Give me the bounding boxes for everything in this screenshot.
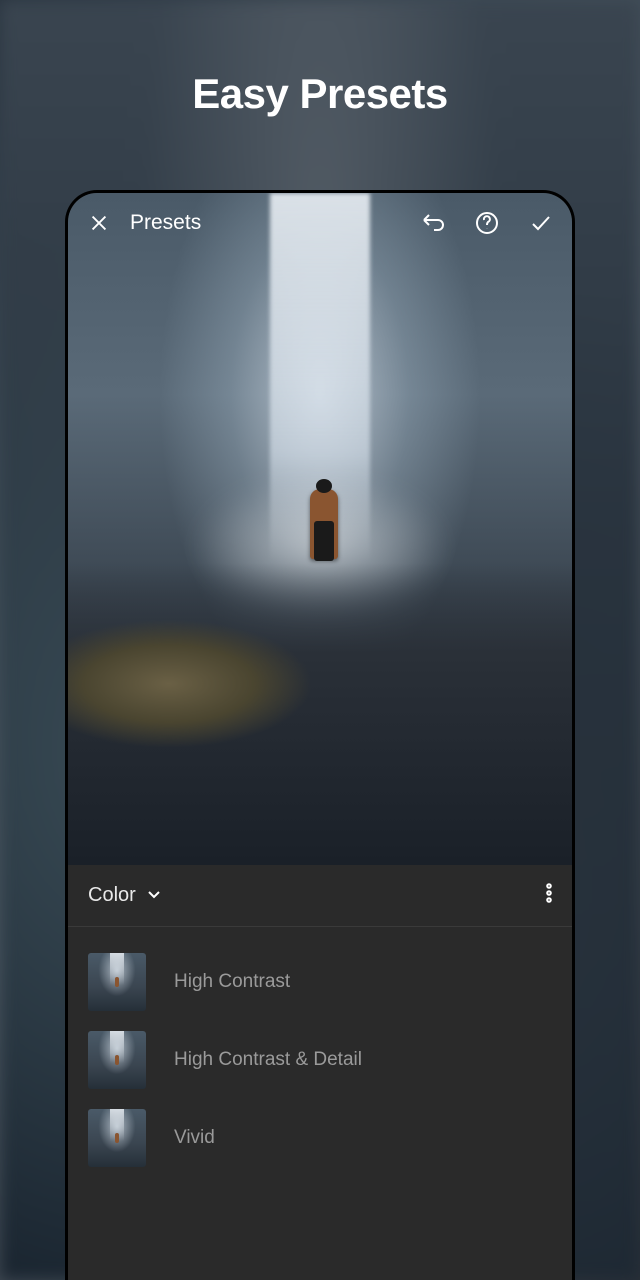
- phone-mockup: Presets Color: [65, 190, 575, 1280]
- preset-thumbnail: [88, 1109, 146, 1167]
- screen-title: Presets: [130, 211, 420, 235]
- preset-label: High Contrast & Detail: [174, 1049, 362, 1071]
- preset-label: Vivid: [174, 1127, 215, 1149]
- preset-item-vivid[interactable]: Vivid: [68, 1099, 572, 1177]
- page-title: Easy Presets: [0, 0, 640, 118]
- preset-item-high-contrast[interactable]: High Contrast: [68, 943, 572, 1021]
- presets-panel: Color High Contrast High Contrast & Deta…: [68, 865, 572, 1280]
- help-icon[interactable]: [474, 210, 500, 236]
- undo-icon[interactable]: [420, 210, 446, 236]
- more-options-icon[interactable]: [546, 883, 552, 908]
- category-selector[interactable]: Color: [68, 865, 572, 927]
- close-icon[interactable]: [86, 210, 112, 236]
- preset-label: High Contrast: [174, 971, 290, 993]
- chevron-down-icon: [146, 887, 162, 905]
- photo-preview[interactable]: Presets: [68, 193, 572, 865]
- top-bar: Presets: [68, 193, 572, 253]
- preset-list: High Contrast High Contrast & Detail Viv…: [68, 927, 572, 1193]
- category-label: Color: [88, 884, 136, 907]
- preset-item-high-contrast-detail[interactable]: High Contrast & Detail: [68, 1021, 572, 1099]
- confirm-icon[interactable]: [528, 210, 554, 236]
- preset-thumbnail: [88, 953, 146, 1011]
- preset-thumbnail: [88, 1031, 146, 1089]
